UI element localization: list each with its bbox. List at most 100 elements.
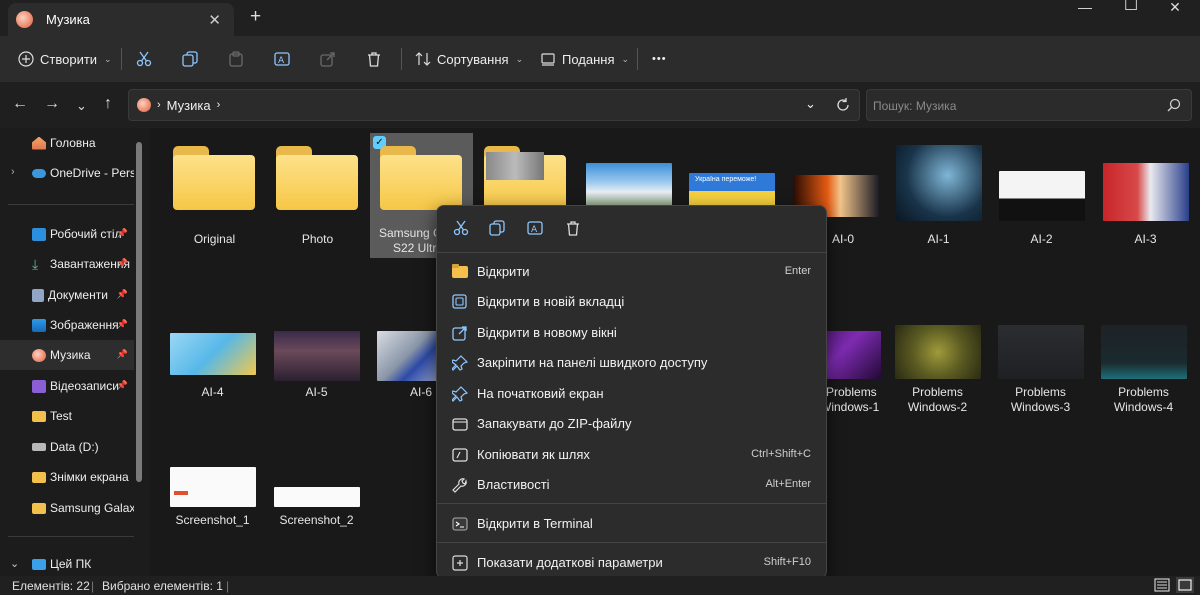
menu-item-copy-path[interactable]: Копіювати як шлях Ctrl+Shift+C [437,439,826,469]
file-name: Problems Windows-2 [907,385,968,414]
menu-item-open-new-tab[interactable]: Відкрити в новій вкладці [437,286,826,316]
paste-button[interactable] [228,46,244,72]
sidebar-item-this-pc[interactable]: ⌄ Цей ПК [0,552,134,576]
menu-item-more-options[interactable]: Показати додаткові параметри Shift+F10 [437,547,826,577]
menu-item-label: Властивості [477,477,550,492]
pictures-icon [32,318,46,332]
sidebar-item-label: Цей ПК [50,557,92,571]
menu-item-label: Відкрити в новому вікні [477,325,617,340]
sidebar-item-onedrive[interactable]: › OneDrive - Personal [0,158,134,188]
file-name: AI-1 [927,232,950,246]
title-bar: Музика ✕ + — ☐ ✕ [0,0,1200,36]
sort-button[interactable]: Сортування ⌄ [415,46,523,72]
sidebar-divider [8,204,134,205]
create-button[interactable]: Створити ⌄ [18,46,112,72]
share-button[interactable] [320,46,336,72]
copy-icon[interactable] [489,220,505,236]
forward-arrow-icon[interactable]: → [44,96,60,112]
cut-button[interactable] [136,46,152,72]
image-thumbnail [896,145,982,221]
image-problems-windows-2[interactable]: Problems Windows-2 [886,323,989,414]
video-icon [32,379,46,393]
plus-circle-icon [18,51,34,67]
menu-item-label: Показати додаткові параметри [477,555,663,570]
more-options-button[interactable]: ••• [652,46,667,72]
back-arrow-icon[interactable]: ← [12,96,28,112]
new-tab-icon[interactable]: + [250,6,261,28]
expand-chevron-icon[interactable]: › [11,166,15,178]
sidebar-item-home[interactable]: Головна [0,128,134,158]
image-screenshot-1[interactable]: Screenshot_1 [161,463,264,533]
clipboard-icon [229,51,243,67]
details-view-icon[interactable] [1154,578,1170,592]
rename-button[interactable]: A [274,46,290,72]
folder-icon [32,471,46,483]
pin-icon: 📌 [116,258,128,268]
copy-button[interactable] [182,46,198,72]
image-ai-5[interactable]: AI-5 [265,323,368,413]
sidebar-item-downloads[interactable]: ⤓ Завантаження 📌 [0,249,134,279]
menu-item-zip[interactable]: Запакувати до ZIP-файлу [437,408,826,438]
sort-icon [415,52,431,66]
image-ai-4[interactable]: AI-4 [161,323,264,413]
sidebar-item-screenshots[interactable]: Знімки екрана [0,462,134,492]
menu-item-pin-quick-access[interactable]: Закріпити на панелі швидкого доступу [437,347,826,377]
minimize-icon[interactable]: — [1062,0,1108,16]
share-icon [320,52,335,67]
sidebar-item-samsung[interactable]: Samsung Galaxy [0,493,134,523]
up-arrow-icon[interactable]: ↑ [104,96,112,112]
recent-chevron-icon[interactable]: ⌄ [76,98,87,114]
menu-item-open-new-window[interactable]: Відкрити в новому вікні [437,317,826,347]
divider [401,48,402,70]
sidebar-item-desktop[interactable]: Робочий стіл 📌 [0,219,134,249]
status-divider: | [91,579,95,593]
status-bar: Елементів: 22 | Вибрано елементів: 1 | [0,576,1200,595]
image-problems-windows-3[interactable]: Problems Windows-3 [989,323,1092,414]
menu-item-open-terminal[interactable]: Відкрити в Terminal [437,508,826,538]
sidebar-item-documents[interactable]: Документи 📌 [0,280,134,310]
image-ai-1[interactable]: AI-1 [887,133,990,253]
refresh-icon[interactable] [835,97,851,113]
view-button[interactable]: Подання ⌄ [540,46,629,72]
folder-original[interactable]: Original [163,133,266,253]
image-thumbnail [170,467,256,507]
folder-icon [276,146,358,210]
menu-item-open[interactable]: Відкрити Enter [437,256,826,286]
delete-button[interactable] [366,46,382,72]
address-history-chevron-icon[interactable]: ⌄ [805,96,816,112]
sidebar-item-music[interactable]: Музика 📌 [0,340,134,370]
sidebar-item-pictures[interactable]: Зображення 📌 [0,310,134,340]
close-tab-icon[interactable]: ✕ [208,11,221,29]
breadcrumb-music[interactable]: Музика [167,98,211,113]
menu-shortcut: Enter [784,265,811,277]
tab-music[interactable]: Музика ✕ [8,3,234,36]
menu-item-label: Відкрити в новій вкладці [477,294,625,309]
svg-text:A: A [278,56,285,66]
image-screenshot-2[interactable]: Screenshot_2 [265,463,368,533]
rename-icon[interactable]: A [527,220,543,236]
sidebar-scrollbar[interactable] [136,142,142,482]
search-input[interactable]: Пошук: Музика [866,89,1192,121]
image-problems-windows-4[interactable]: Problems Windows-4 [1092,323,1195,414]
chevron-right-icon[interactable]: › [217,99,221,111]
file-name: Problems Windows-3 [1010,385,1071,414]
collapse-chevron-icon[interactable]: ⌄ [10,557,19,570]
close-window-icon[interactable]: ✕ [1152,0,1198,16]
image-ai-2[interactable]: AI-2 [990,133,1093,253]
menu-item-properties[interactable]: Властивості Alt+Enter [437,469,826,499]
sidebar-item-test[interactable]: Test [0,401,134,431]
cut-scissors-icon[interactable] [453,220,469,236]
menu-item-pin-start[interactable]: На початковий екран [437,378,826,408]
folder-photo[interactable]: Photo [266,133,369,253]
more-options-icon [452,555,468,571]
sidebar-item-drive-d[interactable]: Data (D:) [0,432,134,462]
sidebar-item-label: Музика [50,348,91,362]
trash-icon [368,52,380,67]
tiles-view-icon[interactable] [1176,577,1194,593]
image-ai-3[interactable]: AI-3 [1094,133,1197,253]
maximize-icon[interactable]: ☐ [1108,0,1154,15]
sidebar-item-videos[interactable]: Відеозаписи 📌 [0,371,134,401]
image-thumbnail [999,171,1085,221]
trash-icon[interactable] [565,220,581,236]
address-bar[interactable]: › Музика › ⌄ [128,89,860,121]
